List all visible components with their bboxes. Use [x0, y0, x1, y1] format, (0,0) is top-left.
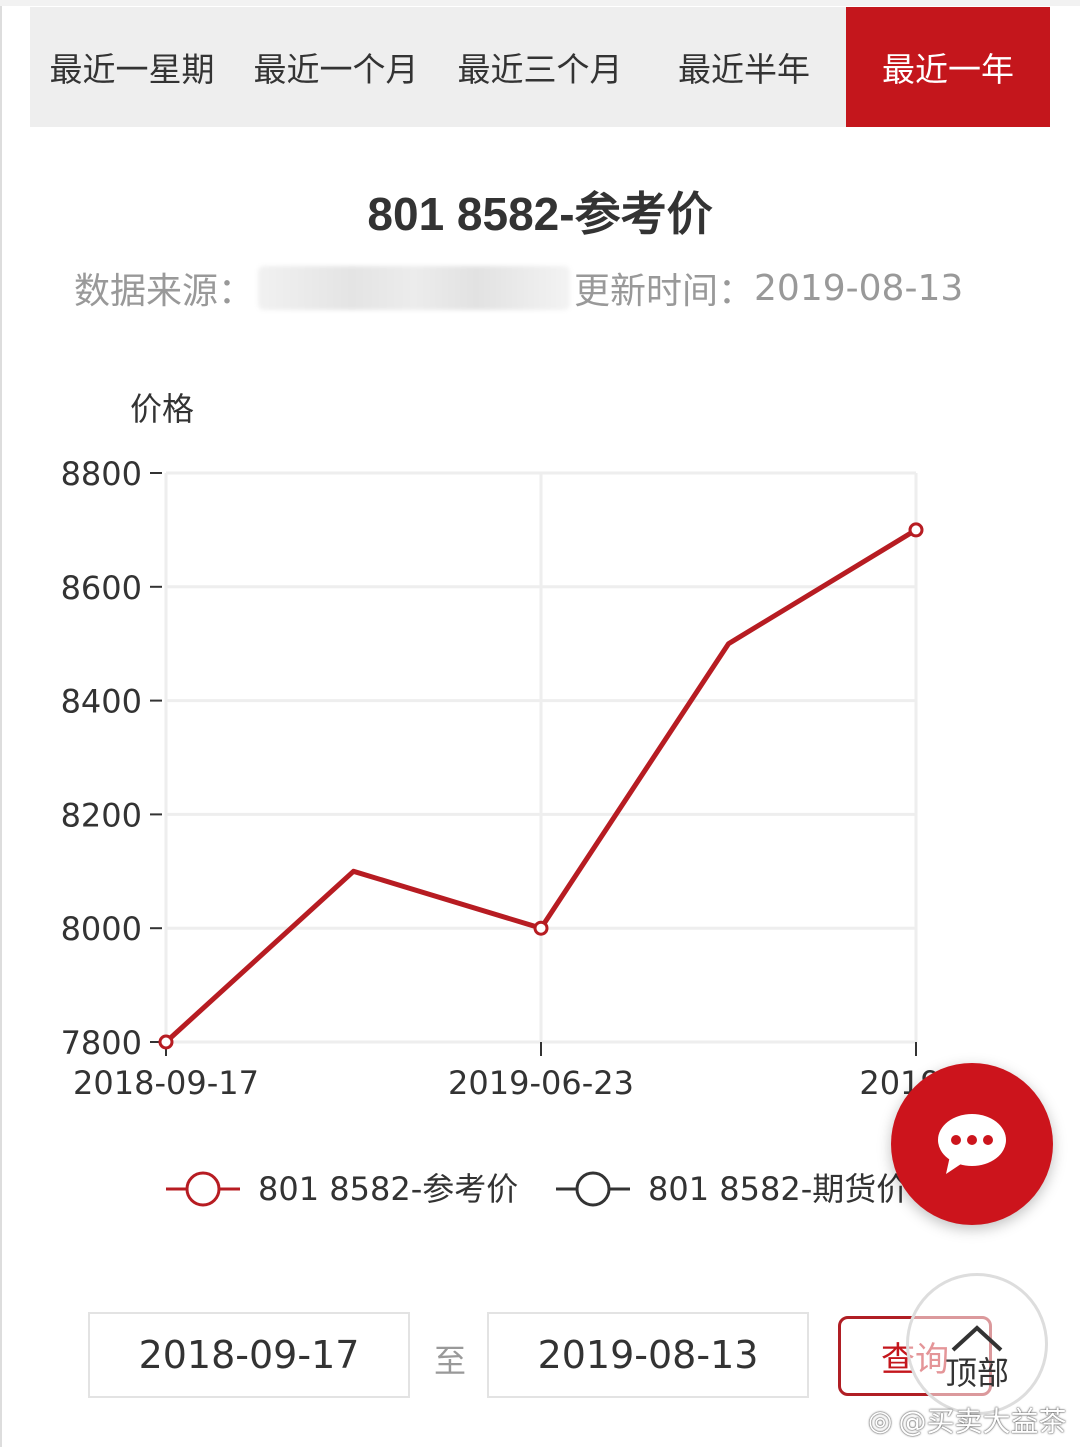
back-to-top-label: 顶部: [944, 1354, 1009, 1392]
y-tick-label: 8200: [61, 796, 142, 834]
source-value-blurred: [258, 266, 571, 310]
end-date-input[interactable]: [487, 1312, 809, 1398]
data-point: [158, 1034, 174, 1050]
chart-legend: 801 8582-参考价 801 8582-期货价: [166, 1170, 908, 1208]
legend-marker-icon: [575, 1171, 611, 1207]
update-date: 2019-08-13: [754, 267, 964, 309]
y-tick-label: 8800: [61, 455, 142, 493]
y-tick-label: 7800: [61, 1024, 142, 1062]
legend-marker-icon: [185, 1171, 221, 1207]
tab-last-half-year[interactable]: 最近半年: [642, 7, 846, 127]
x-tick-label: 2019-06-23: [448, 1064, 634, 1102]
tab-last-week[interactable]: 最近一星期: [30, 7, 234, 127]
update-label: 更新时间：: [574, 271, 755, 312]
x-tick-label: 2018-09-17: [73, 1064, 259, 1102]
watermark: ◎ @买卖大益茶: [868, 1400, 1066, 1440]
legend-item-futures-price[interactable]: 801 8582-期货价: [556, 1170, 908, 1208]
series-line-reference-price: [164, 527, 918, 1044]
back-to-top-button[interactable]: 顶部: [906, 1273, 1048, 1415]
data-point: [533, 920, 549, 936]
data-point: [908, 522, 924, 538]
y-tick-label: 8600: [61, 569, 142, 607]
tab-last-three-months[interactable]: 最近三个月: [438, 7, 642, 127]
y-axis: 7800 8000 8200 8400 8600 8800: [61, 455, 162, 1062]
watermark-text: @买卖大益茶: [898, 1405, 1067, 1438]
range-separator: 至: [434, 1342, 467, 1380]
y-tick-label: 8400: [61, 683, 142, 721]
page-title: 801 8582-参考价: [367, 188, 713, 240]
y-axis-label: 价格: [130, 390, 194, 428]
weibo-icon: ◎: [868, 1403, 893, 1437]
chart-grid: [164, 471, 918, 1044]
legend-label-reference-price: 801 8582-参考价: [258, 1170, 518, 1208]
y-tick-label: 8000: [61, 910, 142, 948]
tab-last-month[interactable]: 最近一个月: [234, 7, 438, 127]
tab-last-year[interactable]: 最近一年: [846, 7, 1050, 127]
legend-label-futures-price: 801 8582-期货价: [648, 1170, 908, 1208]
legend-item-reference-price[interactable]: 801 8582-参考价: [166, 1170, 518, 1208]
chat-button[interactable]: [891, 1063, 1053, 1225]
meta-line: 数据来源： 更新时间： 2019-08-13: [74, 262, 963, 314]
period-tabs: 最近一星期 最近一个月 最近三个月 最近半年 最近一年: [30, 7, 1050, 127]
chat-bubble-icon: [938, 1114, 1006, 1174]
top-strip: [0, 0, 1080, 6]
series-layer: [158, 522, 924, 1050]
x-axis: 2018-09-17 2019-06-23 2019-0: [73, 1042, 973, 1102]
start-date-input[interactable]: [88, 1312, 410, 1398]
source-label: 数据来源：: [74, 271, 255, 312]
